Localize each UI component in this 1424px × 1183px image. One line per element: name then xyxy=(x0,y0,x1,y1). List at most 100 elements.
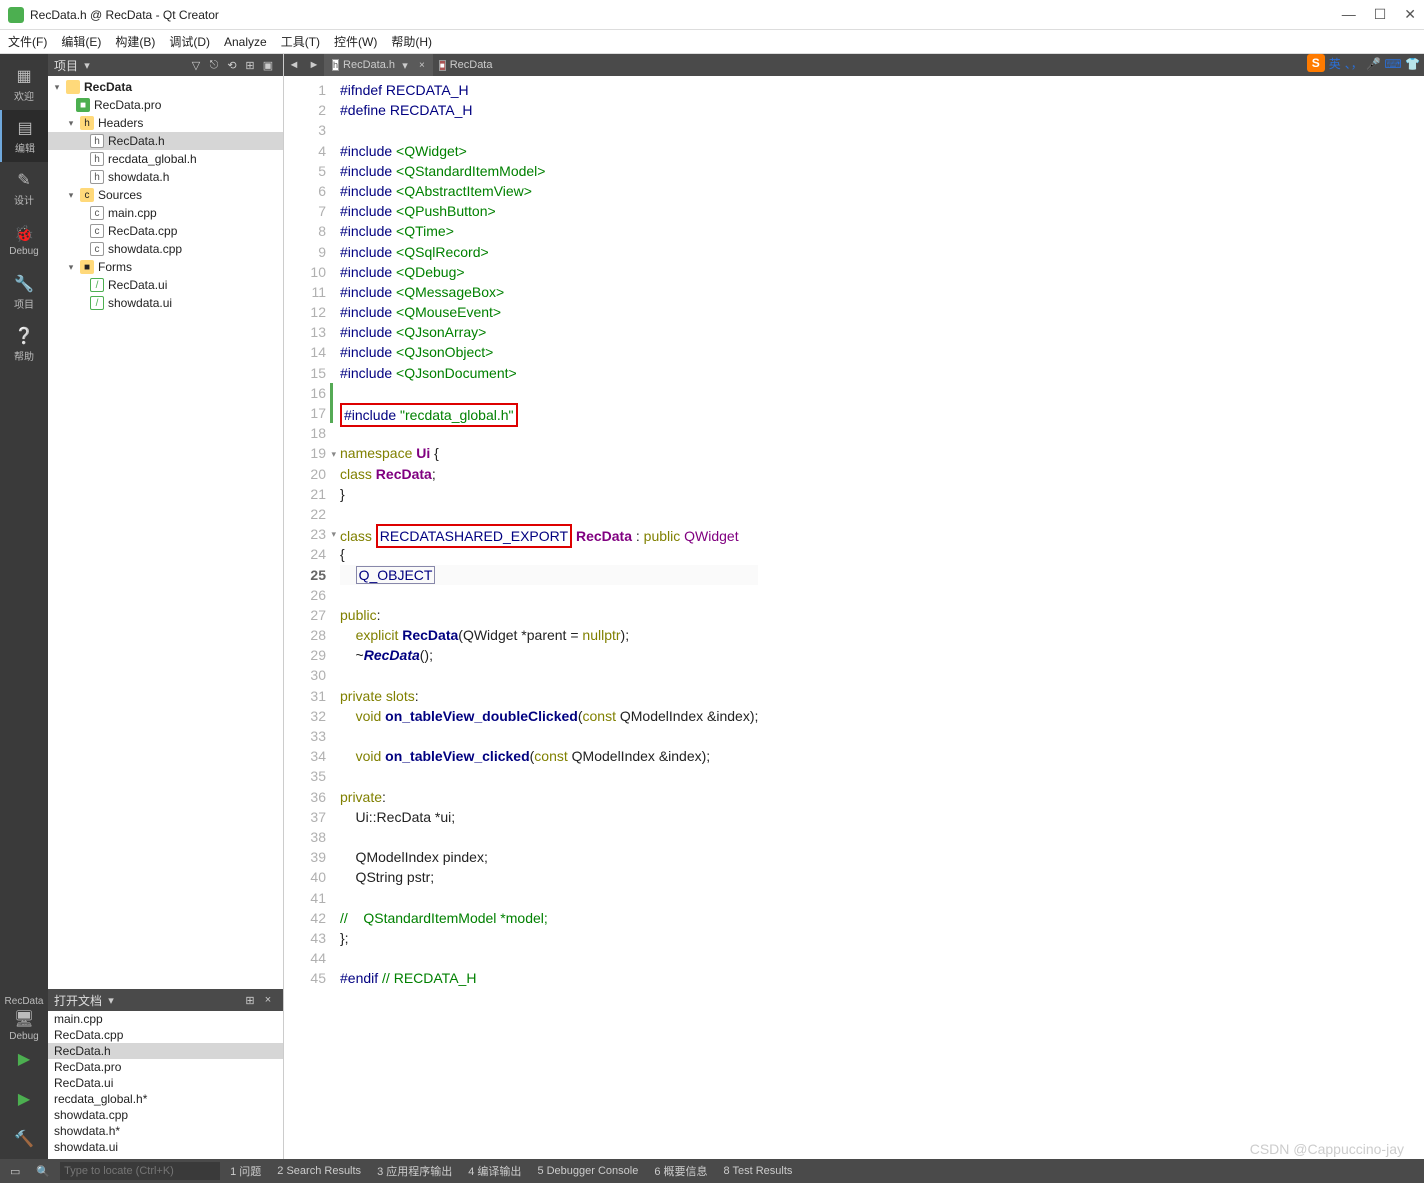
projects-header: 项目 ▾ ▽ ⎋ ⟲ ⊞ ▣ xyxy=(48,54,283,76)
minimize-button[interactable]: — xyxy=(1342,6,1356,23)
target-selector[interactable]: RecData🖥Debug xyxy=(0,999,48,1039)
status-issues[interactable]: 1 问题 xyxy=(224,1163,267,1179)
open-documents-list[interactable]: main.cppRecData.cppRecData.hRecData.proR… xyxy=(48,1011,283,1159)
open-doc-item[interactable]: recdata_global.h* xyxy=(48,1091,283,1107)
folder-icon xyxy=(66,80,80,94)
open-doc-item[interactable]: main.cpp xyxy=(48,1011,283,1027)
collapse-icon[interactable]: ▣ xyxy=(259,59,277,72)
close-panel-icon[interactable]: × xyxy=(259,994,277,1006)
menu-debug[interactable]: 调试(D) xyxy=(169,33,210,50)
editor-tab-active[interactable]: h RecData.h ▾ × xyxy=(324,54,433,76)
open-doc-item[interactable]: showdata.ui xyxy=(48,1139,283,1155)
tree-file-showdata-h[interactable]: hshowdata.h xyxy=(48,168,283,186)
tree-file-showdata-cpp[interactable]: cshowdata.cpp xyxy=(48,240,283,258)
status-compile-output[interactable]: 4 编译输出 xyxy=(462,1163,527,1179)
ime-toolbar[interactable]: S 英 、， 🎤 ⌨ 👕 xyxy=(1307,54,1420,72)
tree-pro-file[interactable]: ■RecData.pro xyxy=(48,96,283,114)
tree-file-recdata-global-h[interactable]: hrecdata_global.h xyxy=(48,150,283,168)
open-doc-item[interactable]: RecData.cpp xyxy=(48,1027,283,1043)
open-doc-item[interactable]: showdata.h* xyxy=(48,1123,283,1139)
app-icon xyxy=(8,7,24,23)
open-doc-item[interactable]: showdata.cpp xyxy=(48,1107,283,1123)
breadcrumb-class[interactable]: RecData xyxy=(450,59,493,71)
project-tree[interactable]: ▾RecData ■RecData.pro ▾hHeaders hRecData… xyxy=(48,76,283,989)
debug-run-button[interactable]: ▶ xyxy=(0,1079,48,1119)
wrench-icon: 🔧 xyxy=(14,274,34,294)
bug-icon: 🐞 xyxy=(14,224,34,244)
titlebar: RecData.h @ RecData - Qt Creator — ☐ ✕ xyxy=(0,0,1424,30)
dropdown-icon[interactable]: ▾ xyxy=(78,59,96,72)
open-doc-item[interactable]: RecData.pro xyxy=(48,1059,283,1075)
chevron-down-icon[interactable]: ▾ xyxy=(399,59,411,72)
tree-file-recdata-cpp[interactable]: cRecData.cpp xyxy=(48,222,283,240)
cpp-file-icon: c xyxy=(90,206,104,220)
editor-tabbar: ◄ ► h RecData.h ▾ × ■ RecData xyxy=(284,54,1424,76)
close-button[interactable]: ✕ xyxy=(1404,6,1416,23)
dropdown-icon[interactable]: ▾ xyxy=(102,994,120,1007)
status-app-output[interactable]: 3 应用程序输出 xyxy=(371,1163,458,1179)
menu-tools[interactable]: 工具(T) xyxy=(281,33,320,50)
ui-file-icon: / xyxy=(90,278,104,292)
tree-file-showdata-ui[interactable]: /showdata.ui xyxy=(48,294,283,312)
open-docs-title: 打开文档 xyxy=(54,992,102,1009)
run-button[interactable]: ▶ xyxy=(0,1039,48,1079)
status-general[interactable]: 6 概要信息 xyxy=(648,1163,713,1179)
locator-input[interactable] xyxy=(60,1162,220,1180)
menu-file[interactable]: 文件(F) xyxy=(8,33,47,50)
grid-icon: ▦ xyxy=(14,66,34,86)
tree-file-recdata-h[interactable]: hRecData.h xyxy=(48,132,283,150)
play-bug-icon: ▶ xyxy=(14,1089,34,1109)
tree-sources[interactable]: ▾cSources xyxy=(48,186,283,204)
monitor-icon: 🖥 xyxy=(14,1009,34,1029)
tree-forms[interactable]: ▾■Forms xyxy=(48,258,283,276)
code-editor[interactable]: 123456789101112131415161718▾19202122▾232… xyxy=(284,76,1424,1159)
sync-icon[interactable]: ⟲ xyxy=(223,59,241,72)
cpp-file-icon: c xyxy=(90,224,104,238)
status-search-results[interactable]: 2 Search Results xyxy=(271,1165,367,1177)
menu-analyze[interactable]: Analyze xyxy=(224,35,267,49)
ime-lang[interactable]: 英 xyxy=(1329,55,1341,72)
tree-file-recdata-ui[interactable]: /RecData.ui xyxy=(48,276,283,294)
folder-icon: c xyxy=(80,188,94,202)
tree-headers[interactable]: ▾hHeaders xyxy=(48,114,283,132)
nav-back-button[interactable]: ◄ xyxy=(284,59,304,71)
mode-debug[interactable]: 🐞Debug xyxy=(0,214,48,266)
window-title: RecData.h @ RecData - Qt Creator xyxy=(30,8,1342,22)
open-doc-item[interactable]: RecData.h xyxy=(48,1043,283,1059)
mode-rail: ▦欢迎 ▤编辑 ✎设计 🐞Debug 🔧项目 ❔帮助 RecData🖥Debug… xyxy=(0,54,48,1159)
link-icon[interactable]: ⎋ xyxy=(205,59,223,72)
cpp-file-icon: c xyxy=(90,242,104,256)
search-icon: 🔍 xyxy=(30,1165,56,1178)
menu-help[interactable]: 帮助(H) xyxy=(391,33,432,50)
panel-toggle-icon[interactable]: ▭ xyxy=(4,1165,26,1178)
tab-close-button[interactable]: × xyxy=(419,60,425,71)
split-icon[interactable]: ⊞ xyxy=(241,994,259,1007)
mode-welcome[interactable]: ▦欢迎 xyxy=(0,58,48,110)
ui-file-icon: / xyxy=(90,296,104,310)
open-doc-item[interactable]: RecData.ui xyxy=(48,1075,283,1091)
design-icon: ✎ xyxy=(14,170,34,190)
mode-design[interactable]: ✎设计 xyxy=(0,162,48,214)
build-button[interactable]: 🔨 xyxy=(0,1119,48,1159)
filter-icon[interactable]: ▽ xyxy=(187,59,205,72)
menu-build[interactable]: 构建(B) xyxy=(115,33,155,50)
hammer-icon: 🔨 xyxy=(14,1129,34,1149)
qt-icon: ■ xyxy=(76,98,90,112)
menu-edit[interactable]: 编辑(E) xyxy=(61,33,101,50)
sogou-icon[interactable]: S xyxy=(1307,54,1325,72)
tree-file-main-cpp[interactable]: cmain.cpp xyxy=(48,204,283,222)
menu-widgets[interactable]: 控件(W) xyxy=(334,33,377,50)
tree-root[interactable]: ▾RecData xyxy=(48,78,283,96)
ime-extra-icons[interactable]: 、， 🎤 ⌨ 👕 xyxy=(1345,55,1420,72)
mode-help[interactable]: ❔帮助 xyxy=(0,318,48,370)
status-test-results[interactable]: 8 Test Results xyxy=(718,1165,799,1177)
nav-fwd-button[interactable]: ► xyxy=(304,59,324,71)
help-icon: ❔ xyxy=(14,326,34,346)
split-icon[interactable]: ⊞ xyxy=(241,59,259,72)
status-bar: ▭ 🔍 1 问题 2 Search Results 3 应用程序输出 4 编译输… xyxy=(0,1159,1424,1183)
status-debugger-console[interactable]: 5 Debugger Console xyxy=(531,1165,644,1177)
mode-project[interactable]: 🔧项目 xyxy=(0,266,48,318)
mode-edit[interactable]: ▤编辑 xyxy=(0,110,48,162)
projects-title: 项目 xyxy=(54,57,78,74)
maximize-button[interactable]: ☐ xyxy=(1374,6,1387,23)
